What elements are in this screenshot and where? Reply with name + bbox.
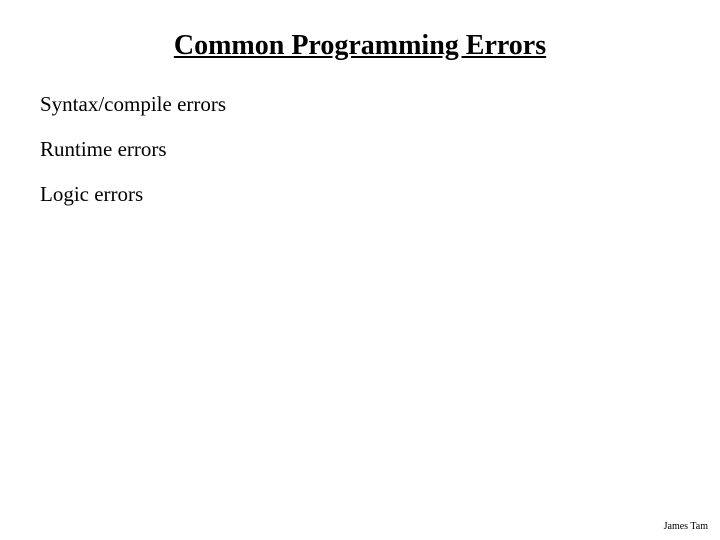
list-item: Runtime errors (40, 137, 680, 162)
list-item: Logic errors (40, 182, 680, 207)
list-item: Syntax/compile errors (40, 92, 680, 117)
slide-title: Common Programming Errors (40, 30, 680, 62)
bullet-list: Syntax/compile errors Runtime errors Log… (40, 92, 680, 207)
footer-author: James Tam (664, 521, 708, 532)
slide-container: Common Programming Errors Syntax/compile… (0, 0, 720, 540)
